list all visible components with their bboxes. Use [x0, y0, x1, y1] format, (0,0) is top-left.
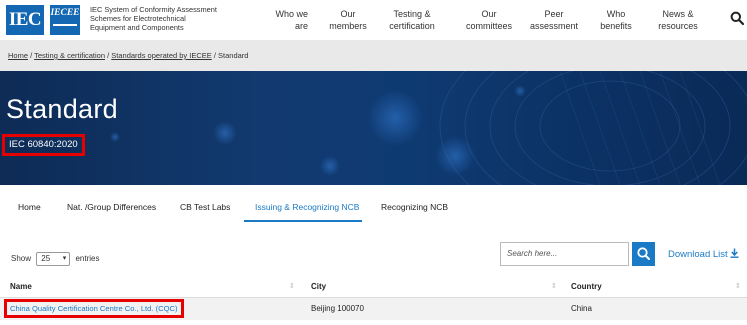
nav-testing-certification[interactable]: Testing & certification [380, 8, 444, 32]
nav-label-line2: assessment [529, 21, 579, 31]
tab-home[interactable]: Home [18, 201, 41, 213]
breadcrumb: Home / Testing & certification / Standar… [0, 40, 747, 71]
nav-label-line2: committees [465, 21, 512, 31]
nav-label-line2: members [329, 21, 367, 31]
org-line: IEC System of Conformity Assessment [90, 5, 217, 14]
nav-who-we-are[interactable]: Who we are [268, 8, 308, 32]
sort-icon[interactable]: ⇕ [551, 282, 557, 292]
breadcrumb-standards[interactable]: Standards operated by IECEE [111, 51, 211, 60]
city-cell: Beijing 100070 [311, 304, 364, 313]
nav-peer-assessment[interactable]: Peer assessment [525, 8, 583, 32]
page-title: Standard [6, 94, 118, 124]
tab-issuing-recognizing-ncb[interactable]: Issuing & Recognizing NCB [255, 201, 359, 213]
nav-label-line1: Who [606, 9, 626, 19]
nav-news-resources[interactable]: News & resources [652, 8, 704, 32]
nav-label-line1: News & [662, 9, 694, 19]
chevron-down-icon: ▾ [62, 255, 67, 262]
search-icon[interactable] [730, 11, 744, 25]
table-search-button[interactable] [632, 242, 655, 266]
column-header-name[interactable]: Name [10, 282, 32, 292]
hero-banner: Standard IEC 60840:2020 [0, 71, 747, 185]
org-line: Equipment and Components [90, 23, 184, 33]
show-label: Show [11, 254, 32, 263]
hero-background-pattern [110, 71, 747, 185]
sort-icon[interactable]: ⇕ [735, 282, 741, 292]
org-line: Schemes for Electrotechnical [90, 14, 186, 24]
table-search-input[interactable]: Search here... [500, 242, 629, 266]
site-header: IEC IECEE IEC System of Conformity Asses… [0, 0, 747, 40]
nav-label-line2: certification [389, 21, 435, 31]
tab-cb-test-labs[interactable]: CB Test Labs [180, 201, 230, 213]
active-tab-indicator [244, 220, 362, 222]
nav-label-line1: Testing & [393, 9, 431, 19]
breadcrumb-current: Standard [218, 51, 249, 60]
nav-label-line2: are [294, 21, 308, 31]
page-size-select[interactable]: 25 ▾ [36, 252, 71, 266]
nav-label-line2: benefits [600, 21, 632, 31]
nav-our-committees[interactable]: Our committees [460, 8, 518, 32]
breadcrumb-home[interactable]: Home [8, 51, 28, 60]
download-icon [730, 248, 739, 258]
tab-recognizing-ncb[interactable]: Recognizing NCB [381, 201, 448, 213]
column-header-city[interactable]: City [311, 282, 326, 292]
iecee-logo[interactable]: IECEE [50, 5, 80, 35]
nav-our-members[interactable]: Our members [323, 8, 373, 32]
nav-label-line1: Our [340, 9, 356, 19]
tab-bar: Home Nat. /Group Differences CB Test Lab… [0, 185, 747, 230]
entries-label: entries [75, 254, 100, 263]
iec-logo[interactable]: IEC [6, 5, 44, 35]
nav-label-line1: Who we [275, 9, 308, 19]
breadcrumb-testing-certification[interactable]: Testing & certification [34, 51, 105, 60]
column-header-country[interactable]: Country [571, 282, 602, 292]
download-label: Download List [668, 249, 728, 260]
ncb-name-link[interactable]: China Quality Certification Centre Co., … [4, 299, 184, 318]
iecee-logo-text: IECEE [50, 8, 80, 18]
sort-icon[interactable]: ⇕ [289, 282, 295, 292]
standard-code: IEC 60840:2020 [2, 134, 85, 156]
country-cell: China [571, 304, 592, 313]
download-list-link[interactable]: Download List [668, 248, 739, 261]
search-icon [637, 247, 650, 260]
nav-label-line2: resources [658, 21, 698, 31]
nav-label-line1: Our [481, 9, 497, 19]
nav-who-benefits[interactable]: Who benefits [592, 8, 640, 32]
nav-label-line1: Peer [544, 9, 564, 19]
iecee-logo-bar [53, 24, 77, 26]
org-description: IEC System of Conformity Assessment Sche… [90, 5, 230, 33]
page-size-control: Show 25 ▾ entries [11, 252, 100, 266]
page-size-value: 25 [41, 254, 51, 263]
tab-nat-group-differences[interactable]: Nat. /Group Differences [67, 201, 156, 213]
